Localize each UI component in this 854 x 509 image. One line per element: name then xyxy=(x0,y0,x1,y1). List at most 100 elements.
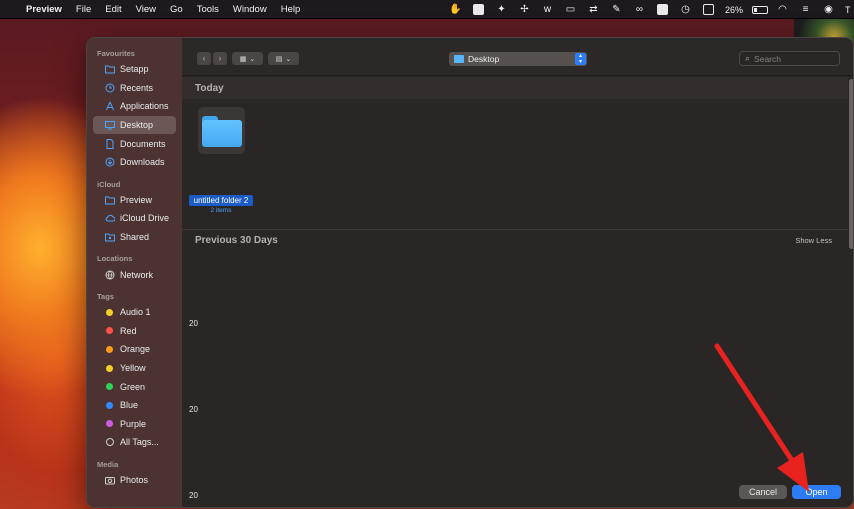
sidebar-item-preview[interactable]: Preview xyxy=(93,191,176,210)
sidebar-item-label: All Tags... xyxy=(120,437,159,448)
menu-file[interactable]: File xyxy=(76,4,91,15)
menu-view[interactable]: View xyxy=(136,4,156,15)
folder-icon xyxy=(104,64,115,75)
sidebar-item-label: Red xyxy=(120,325,137,336)
sidebar-item-tag-green[interactable]: Green xyxy=(93,377,176,396)
status-menus: ✋ ✦ ✢ w ▭ ⇄ ✎ ∞ ◷ 26% ◠ ≡ ◉ T xyxy=(444,0,854,19)
row-label: 20 xyxy=(189,491,198,500)
sidebar-item-documents[interactable]: Documents xyxy=(93,134,176,153)
tag-dot-icon xyxy=(104,325,115,336)
folder-item[interactable] xyxy=(198,107,245,154)
scrollbar-thumb[interactable] xyxy=(849,79,853,249)
sidebar-item-label: Downloads xyxy=(120,157,165,168)
sidebar-item-label: Audio 1 xyxy=(120,307,151,318)
clock-icon xyxy=(104,82,115,93)
text-status-icon[interactable] xyxy=(467,0,490,19)
sidebar-item-tag-audio-1[interactable]: Audio 1 xyxy=(93,303,176,322)
location-popup[interactable]: Desktop ▴ ▾ xyxy=(449,52,587,66)
sidebar-section-media: Media xyxy=(97,459,119,469)
sidebar-item-label: Applications xyxy=(120,101,169,112)
sidebar-item-icloud-drive[interactable]: iCloud Drive xyxy=(93,209,176,228)
menu-bar: Preview File Edit View Go Tools Window H… xyxy=(0,0,854,19)
sidebar-section-locations: Locations xyxy=(97,254,133,264)
cloud-icon xyxy=(104,213,115,224)
sidebar-item-recents[interactable]: Recents xyxy=(93,79,176,98)
sidebar-item-downloads[interactable]: Downloads xyxy=(93,153,176,172)
applications-icon xyxy=(104,101,115,112)
sidebar-item-tag-red[interactable]: Red xyxy=(93,322,176,341)
row-label: 20 xyxy=(189,405,198,414)
battery-icon[interactable] xyxy=(748,0,771,19)
stage-status-icon[interactable] xyxy=(697,0,720,19)
bartender-icon[interactable]: ◉ xyxy=(817,0,840,19)
menu-tools[interactable]: Tools xyxy=(197,4,219,15)
menu-help[interactable]: Help xyxy=(281,4,301,15)
tag-dot-icon xyxy=(104,418,115,429)
camera-icon xyxy=(104,474,115,485)
sidebar-item-label: Orange xyxy=(120,344,151,355)
menu-go[interactable]: Go xyxy=(170,4,183,15)
sidebar-item-applications[interactable]: Applications xyxy=(93,97,176,116)
tag-dot-icon xyxy=(104,307,115,318)
clock-partial[interactable]: T xyxy=(840,0,854,19)
row-label: 20 xyxy=(189,319,198,328)
search-field[interactable]: ⌕ Search xyxy=(739,51,840,66)
show-less-button[interactable]: Show Less xyxy=(795,236,832,245)
shared-folder-icon xyxy=(104,232,115,243)
sync-status-icon[interactable]: ⇄ xyxy=(582,0,605,19)
sidebar-item-setapp[interactable]: Setapp xyxy=(93,60,176,79)
tag-dot-icon xyxy=(104,344,115,355)
dropbox-status-icon[interactable]: ✦ xyxy=(490,0,513,19)
chevron-down-icon: ⌄ xyxy=(285,55,292,63)
search-icon: ⌕ xyxy=(745,53,751,63)
sketch-status-icon[interactable]: ✎ xyxy=(605,0,628,19)
sidebar-item-photos[interactable]: Photos xyxy=(93,471,176,490)
app-menu[interactable]: Preview xyxy=(26,4,62,15)
globe-icon xyxy=(104,269,115,280)
control-center-icon[interactable]: ≡ xyxy=(794,0,817,19)
forward-button[interactable]: › xyxy=(213,52,227,65)
sidebar-item-tag-purple[interactable]: Purple xyxy=(93,415,176,434)
sidebar-item-label: Preview xyxy=(120,194,153,205)
sidebar-item-tag-orange[interactable]: Orange xyxy=(93,340,176,359)
sidebar-item-label: Recents xyxy=(120,82,154,93)
tag-dot-icon xyxy=(104,400,115,411)
time-machine-status-icon[interactable]: ◷ xyxy=(674,0,697,19)
vertical-scrollbar[interactable] xyxy=(848,77,853,507)
menu-window[interactable]: Window xyxy=(233,4,267,15)
desktop-icon xyxy=(104,120,115,131)
evernote-status-icon[interactable]: ✋ xyxy=(444,0,467,19)
group-header-today: Today xyxy=(182,77,848,99)
sidebar-item-desktop[interactable]: Desktop xyxy=(93,115,176,135)
pdf-status-icon[interactable] xyxy=(651,0,674,19)
view-mode-button[interactable]: ▦ ⌄ xyxy=(232,52,263,65)
tag-ring-icon xyxy=(104,437,115,448)
dialog-toolbar: ‹ › ▦ ⌄ ▤ ⌄ Desktop ▴ ▾ ⌕ Search xyxy=(182,38,853,76)
menu-edit[interactable]: Edit xyxy=(105,4,121,15)
tag-dot-icon xyxy=(104,381,115,392)
sidebar-item-tag-blue[interactable]: Blue xyxy=(93,396,176,415)
wifi-icon[interactable]: ◠ xyxy=(771,0,794,19)
folder-name-label[interactable]: untitled folder 2 xyxy=(189,195,253,206)
sidebar-item-tag-yellow[interactable]: Yellow xyxy=(93,359,176,378)
sidebar-item-label: Shared xyxy=(120,232,150,243)
sidebar-item-shared[interactable]: Shared xyxy=(93,228,176,247)
sidebar-item-all-tags[interactable]: All Tags... xyxy=(93,433,176,452)
download-icon xyxy=(104,157,115,168)
battery-percent: 26% xyxy=(724,4,743,15)
pinwheel-status-icon[interactable]: ✢ xyxy=(513,0,536,19)
folder-icon xyxy=(104,194,115,205)
wechat-status-icon[interactable]: w xyxy=(536,0,559,19)
search-placeholder: Search xyxy=(754,53,781,64)
document-icon xyxy=(104,138,115,149)
binoculars-status-icon[interactable]: ∞ xyxy=(628,0,651,19)
sidebar-item-label: Desktop xyxy=(120,120,154,131)
group-by-button[interactable]: ▤ ⌄ xyxy=(268,52,299,65)
screen-status-icon[interactable]: ▭ xyxy=(559,0,582,19)
group-grid-icon: ▤ xyxy=(275,55,283,63)
sidebar-item-label: Network xyxy=(120,269,154,280)
back-button[interactable]: ‹ xyxy=(197,52,211,65)
sidebar-section-tags: Tags xyxy=(97,291,114,301)
sidebar-item-network[interactable]: Network xyxy=(93,265,176,284)
updown-chevron-icon: ▴ ▾ xyxy=(575,53,586,65)
